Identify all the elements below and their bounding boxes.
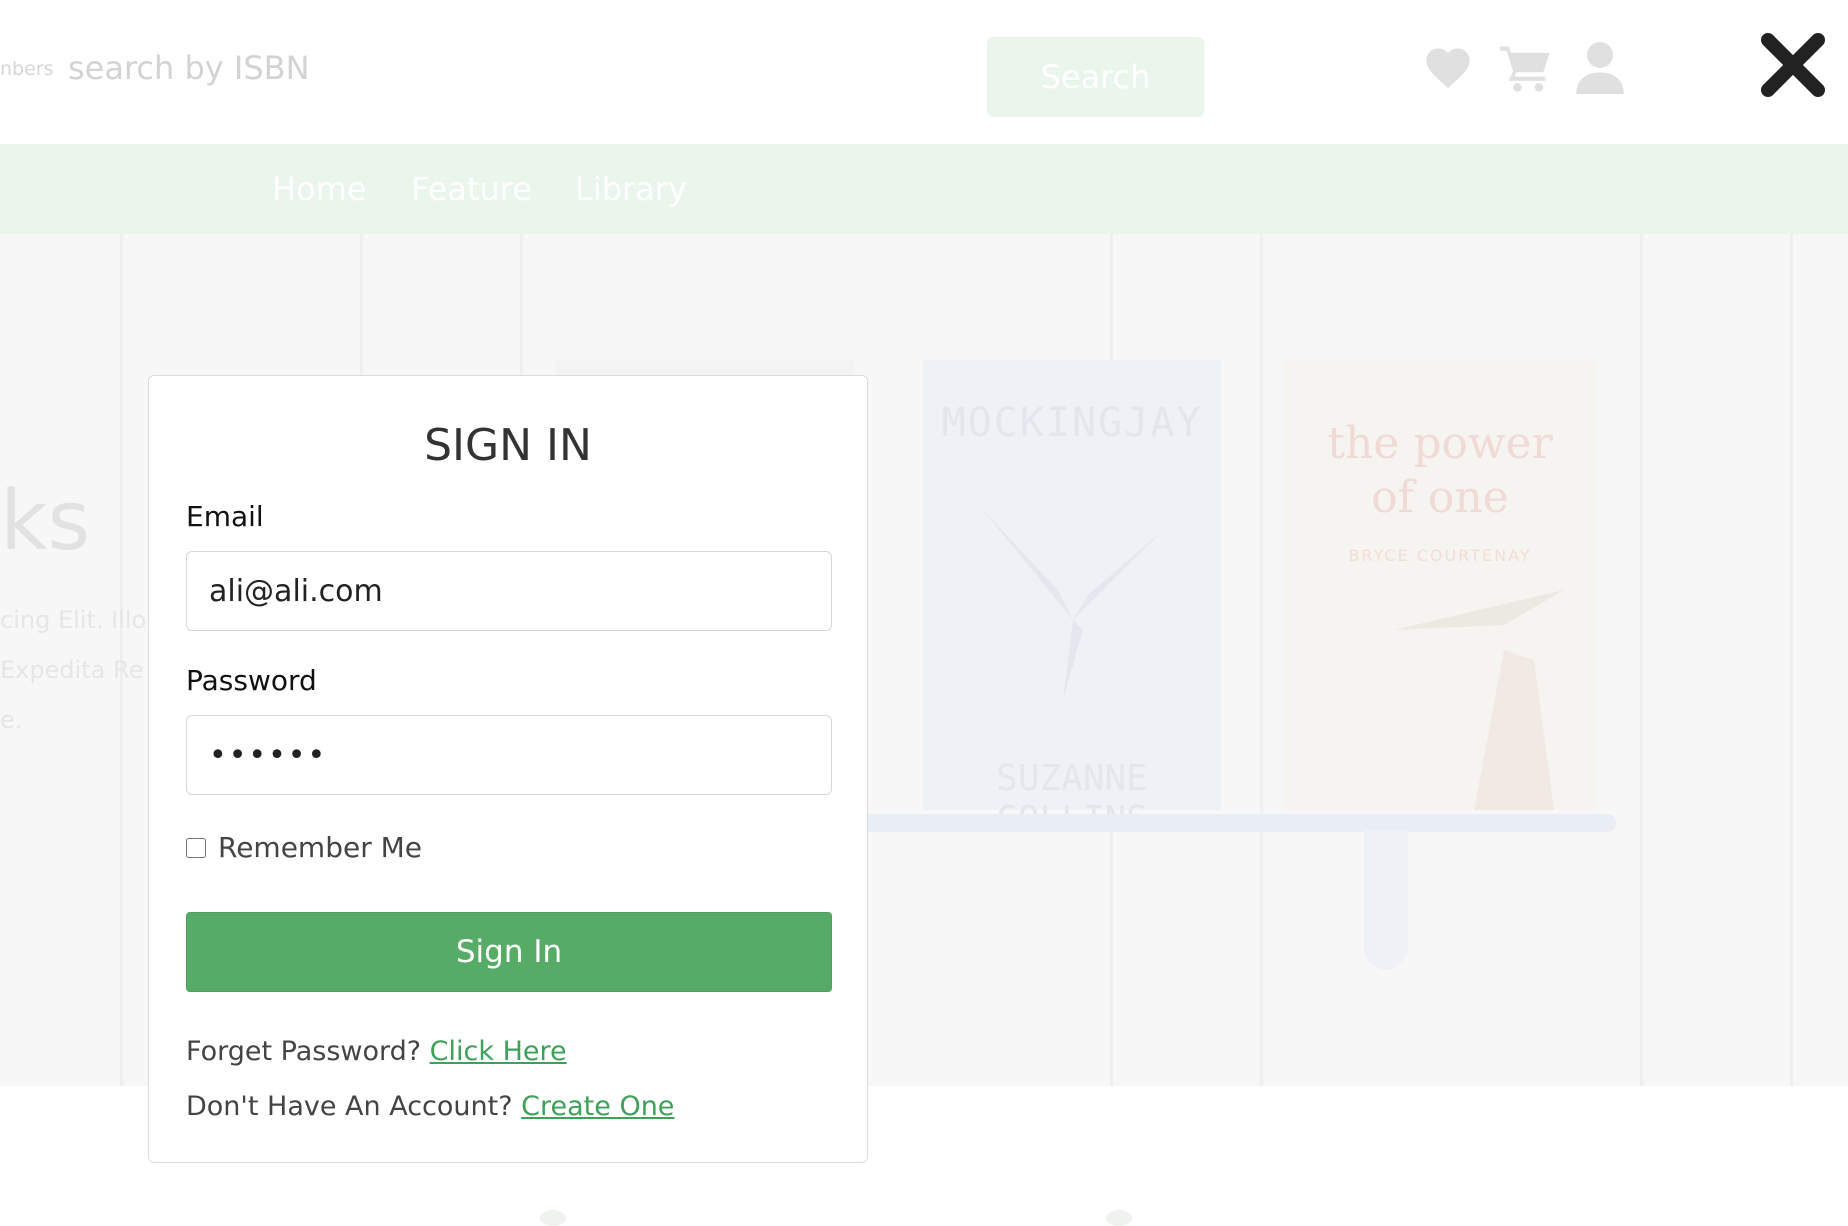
book-cover-power-of-one: the power of one BRYCE COURTENAY: [1284, 360, 1596, 810]
signin-modal: SIGN IN Email Password Remember Me Sign …: [148, 375, 868, 1163]
signin-button[interactable]: Sign In: [186, 912, 832, 992]
decor-dot: [1106, 1210, 1132, 1226]
boy-with-plane-image: [1394, 590, 1564, 810]
forgot-password-link[interactable]: Click Here: [430, 1036, 567, 1067]
create-account-link[interactable]: Create One: [521, 1091, 674, 1122]
close-icon[interactable]: [1758, 30, 1828, 100]
forgot-password-text: Forget Password?: [186, 1036, 422, 1067]
hero-title: ks: [0, 474, 91, 569]
hero-text-line: Expedita Re: [0, 656, 144, 684]
book-author: BRYCE COURTENAY: [1348, 546, 1532, 565]
remember-me-label: Remember Me: [218, 831, 422, 864]
password-label: Password: [186, 664, 317, 697]
user-icon[interactable]: [1576, 42, 1628, 94]
hero-text-line: e.: [0, 706, 23, 734]
password-field[interactable]: [186, 715, 832, 795]
book-title-line: the power: [1327, 418, 1553, 469]
header: nbers Search: [0, 0, 1848, 144]
email-field[interactable]: [186, 551, 832, 631]
nav-bar: Home Feature Library: [0, 144, 1848, 234]
nav-item-feature[interactable]: Feature: [411, 170, 532, 208]
book-cover-mockingjay: MOCKINGJAY SUZANNE COLLINS: [923, 360, 1221, 840]
hero-text-line: cing Elit. Illo E: [0, 606, 169, 634]
cart-icon[interactable]: [1498, 42, 1550, 94]
modal-title: SIGN IN: [424, 420, 592, 471]
book-title: MOCKINGJAY: [941, 400, 1203, 446]
mockingjay-bird-image: [983, 510, 1163, 700]
search-button[interactable]: Search: [987, 37, 1204, 117]
decor-dot: [540, 1210, 566, 1226]
search-label: nbers: [0, 58, 54, 80]
book-shelf: [860, 814, 1616, 832]
remember-me[interactable]: Remember Me: [186, 831, 422, 864]
create-account-line: Don't Have An Account? Create One: [186, 1091, 674, 1122]
create-account-text: Don't Have An Account?: [186, 1091, 513, 1122]
search-input[interactable]: [68, 46, 948, 90]
remember-me-checkbox[interactable]: [186, 837, 206, 858]
heart-icon[interactable]: [1422, 42, 1474, 94]
book-title-line: of one: [1371, 472, 1509, 523]
forgot-password-line: Forget Password? Click Here: [186, 1036, 567, 1067]
nav-item-library[interactable]: Library: [575, 170, 687, 208]
nav-item-home[interactable]: Home: [272, 170, 367, 208]
shelf-bracket: [1364, 830, 1408, 970]
email-label: Email: [186, 500, 264, 533]
